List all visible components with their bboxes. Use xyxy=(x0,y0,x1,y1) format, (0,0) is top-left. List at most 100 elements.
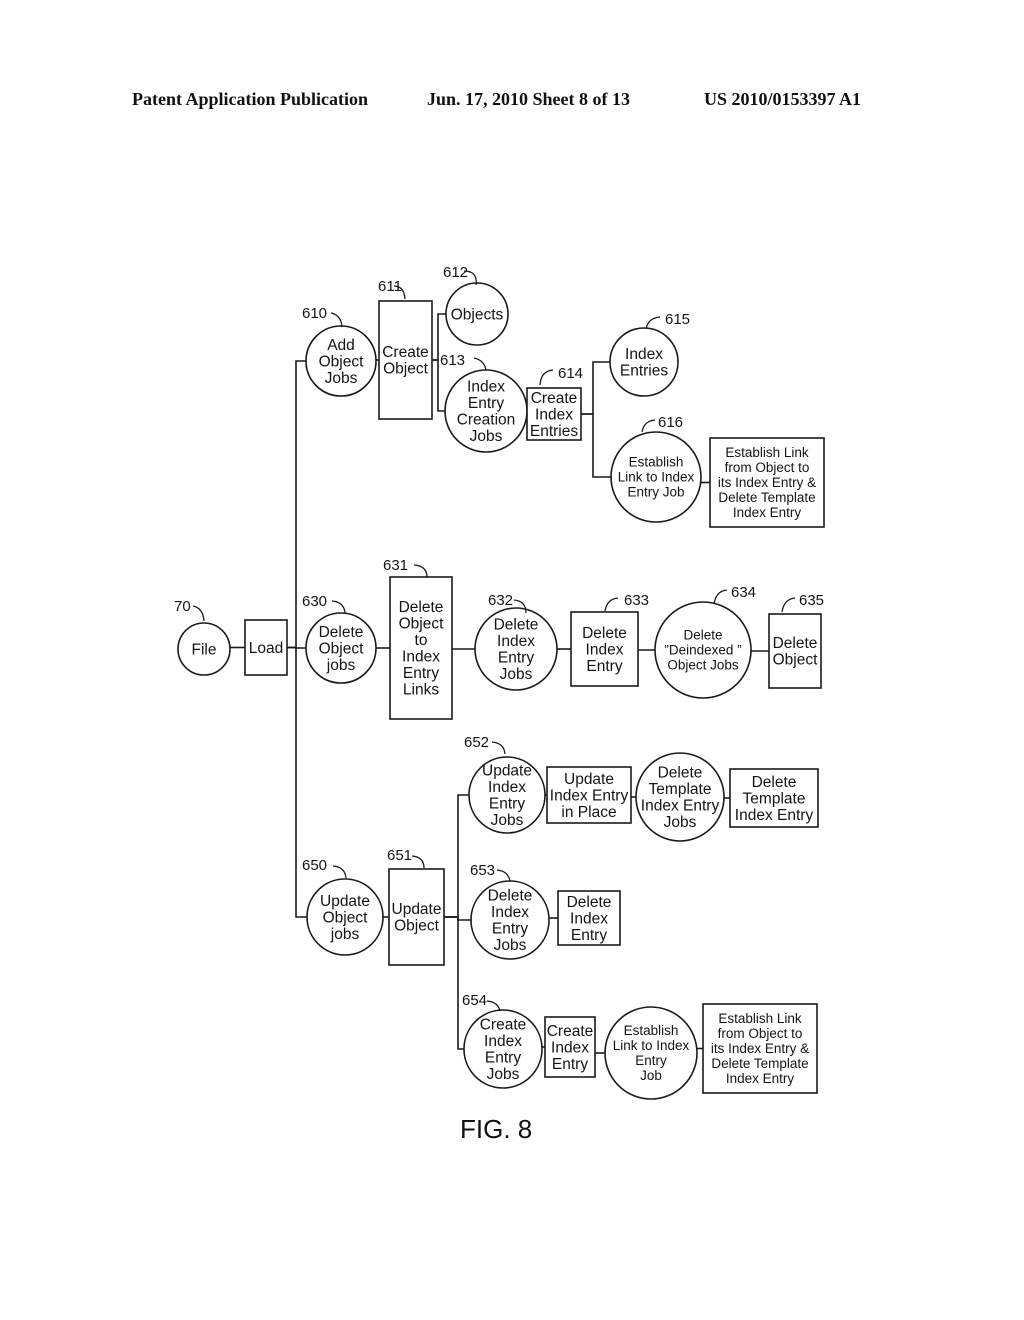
delete-template-index-entry-jobs-label-line: Template xyxy=(649,781,712,798)
delete-template-index-entry-jobs-label-line: Jobs xyxy=(664,814,697,831)
delete-object-to-index-links-label-line: Links xyxy=(403,682,439,699)
establish-link-job-616-label-line: Entry Job xyxy=(627,485,684,500)
update-object-label-line: Object xyxy=(394,918,439,935)
create-index-entry-jobs-label-line: Index xyxy=(484,1033,522,1050)
index-entry-creation-jobs-label-line: Creation xyxy=(457,412,516,429)
reference-numeral: 614 xyxy=(558,365,583,382)
create-index-entry-jobs-label-line: Jobs xyxy=(487,1066,520,1083)
establish-link-action-654-label-line: Establish Link xyxy=(718,1011,802,1026)
establish-link-action-616-label-line: Index Entry xyxy=(733,505,802,520)
establish-link-action-654-label-line: its Index Entry & xyxy=(711,1041,809,1056)
leader-line xyxy=(539,369,554,386)
leader-line xyxy=(330,312,343,328)
leader-line xyxy=(604,597,619,612)
delete-object-to-index-links-label-line: Object xyxy=(399,616,444,633)
leader-line xyxy=(332,865,347,879)
update-index-entry-jobs-label-line: Update xyxy=(482,763,532,780)
node-delete-template-index-entry-jobs: DeleteTemplateIndex EntryJobs xyxy=(635,752,725,842)
establish-link-job-654-label-line: Entry xyxy=(635,1053,667,1068)
update-index-entry-in-place-label-line: Update xyxy=(564,771,614,788)
establish-link-action-616-label-line: from Object to xyxy=(725,460,810,475)
node-update-index-entry-jobs: UpdateIndexEntryJobs 652 xyxy=(464,734,546,834)
index-entry-creation-jobs-label-line: Entry xyxy=(468,395,504,412)
create-object-label-line: Create xyxy=(382,344,429,361)
delete-template-index-entry-label-line: Delete xyxy=(752,774,797,791)
delete-index-entry-jobs-632-label-line: Index xyxy=(497,633,535,650)
file-label-line: File xyxy=(192,641,217,658)
update-object-label-line: Update xyxy=(392,901,442,918)
reference-numeral: 613 xyxy=(440,352,465,369)
index-entry-creation-jobs-label-line: Index xyxy=(467,379,505,396)
index-entries-label-line: Index xyxy=(625,346,663,363)
create-object-label-line: Object xyxy=(383,361,428,378)
establish-link-action-654-label-line: from Object to xyxy=(718,1026,803,1041)
delete-object-to-index-links-label-line: Entry xyxy=(403,665,439,682)
add-object-jobs-label-line: Jobs xyxy=(325,370,358,387)
index-entry-creation-jobs-label-line: Jobs xyxy=(470,428,503,445)
figure-caption: FIG. 8 xyxy=(460,1114,533,1144)
node-load: Load xyxy=(244,619,288,676)
delete-template-index-entry-label-line: Index Entry xyxy=(735,807,814,824)
connector-create-index-entries-to-index-entries xyxy=(581,361,610,415)
reference-numeral: 610 xyxy=(302,305,327,322)
establish-link-job-616-label-line: Establish xyxy=(629,455,684,470)
node-delete-object-jobs: DeleteObjectjobs 630 xyxy=(302,593,377,684)
establish-link-action-654-label-line: Delete Template xyxy=(711,1056,808,1071)
node-create-object: CreateObject611 xyxy=(378,278,433,420)
node-update-index-entry-in-place: UpdateIndex Entryin Place xyxy=(546,766,632,824)
delete-template-index-entry-jobs-label-line: Delete xyxy=(658,765,703,782)
connector-update-object-to-update-index-entry-jobs xyxy=(444,794,469,918)
establish-link-job-616-label-line: Link to Index xyxy=(618,470,695,485)
create-index-entry-jobs-label-line: Entry xyxy=(485,1050,521,1067)
node-delete-index-entry-633: DeleteIndexEntry 633 xyxy=(570,592,649,687)
node-file: File 70 xyxy=(174,598,231,676)
establish-link-action-616-label-line: Delete Template xyxy=(718,490,815,505)
load-label-line: Load xyxy=(249,640,283,657)
node-create-index-entry: CreateIndexEntry xyxy=(544,1016,596,1078)
delete-index-entry-jobs-653-label-line: Jobs xyxy=(494,937,527,954)
add-object-jobs-label-line: Object xyxy=(319,353,364,370)
update-object-jobs-label-line: Update xyxy=(320,893,370,910)
delete-index-entry-jobs-653-label-line: Delete xyxy=(488,888,533,905)
reference-numeral: 632 xyxy=(488,592,513,609)
reference-numeral: 70 xyxy=(174,598,191,615)
delete-index-entry-633-label-line: Delete xyxy=(582,625,627,642)
delete-template-index-entry-jobs-label-line: Index Entry xyxy=(641,798,720,815)
leader-line xyxy=(192,605,205,622)
delete-object-to-index-links-label-line: to xyxy=(415,632,428,649)
create-index-entry-label-line: Create xyxy=(547,1023,594,1040)
leader-line xyxy=(486,1000,501,1012)
update-object-jobs-label-line: jobs xyxy=(330,926,360,943)
reference-numeral: 652 xyxy=(464,734,489,751)
delete-object-jobs-label-line: Delete xyxy=(319,624,364,641)
delete-index-entry-jobs-632-label-line: Delete xyxy=(494,617,539,634)
reference-numeral: 651 xyxy=(387,847,412,864)
delete-index-entry-653-label-line: Entry xyxy=(571,927,607,944)
delete-deindexed-object-jobs-label-line: Delete xyxy=(683,628,722,643)
index-entries-label-line: Entries xyxy=(620,363,668,380)
reference-numeral: 653 xyxy=(470,862,495,879)
establish-link-job-654-label-line: Link to Index xyxy=(613,1038,690,1053)
node-delete-template-index-entry: DeleteTemplateIndex Entry xyxy=(729,768,819,828)
leader-line xyxy=(645,316,661,330)
node-delete-index-entry-653: DeleteIndexEntry xyxy=(557,890,621,946)
leader-line xyxy=(781,597,796,613)
leader-line xyxy=(411,855,425,869)
node-index-entry-creation-jobs: IndexEntryCreationJobs 613 xyxy=(440,352,528,453)
reference-numeral: 654 xyxy=(462,992,487,1009)
delete-index-entry-633-label-line: Entry xyxy=(586,658,622,675)
node-establish-link-job-616: EstablishLink to IndexEntry Job 616 xyxy=(610,414,702,523)
create-index-entry-label-line: Index xyxy=(551,1039,589,1056)
node-update-object-jobs: UpdateObjectjobs 650 xyxy=(302,857,384,956)
update-index-entry-jobs-label-line: Jobs xyxy=(491,812,524,829)
objects-label-line: Objects xyxy=(451,306,504,323)
connector-update-object-to-create-index-entry-jobs xyxy=(444,916,464,1050)
update-object-jobs-label-line: Object xyxy=(323,909,368,926)
delete-object-to-index-links-label-line: Delete xyxy=(399,599,444,616)
node-delete-object-to-index-links: DeleteObjecttoIndexEntryLinks 631 xyxy=(383,557,453,720)
reference-numeral: 650 xyxy=(302,857,327,874)
connector-create-index-entries-to-establish-link-job-616 xyxy=(581,413,611,478)
establish-link-job-654-label-line: Establish xyxy=(624,1023,679,1038)
leader-line xyxy=(413,564,428,578)
leader-line xyxy=(491,741,506,755)
